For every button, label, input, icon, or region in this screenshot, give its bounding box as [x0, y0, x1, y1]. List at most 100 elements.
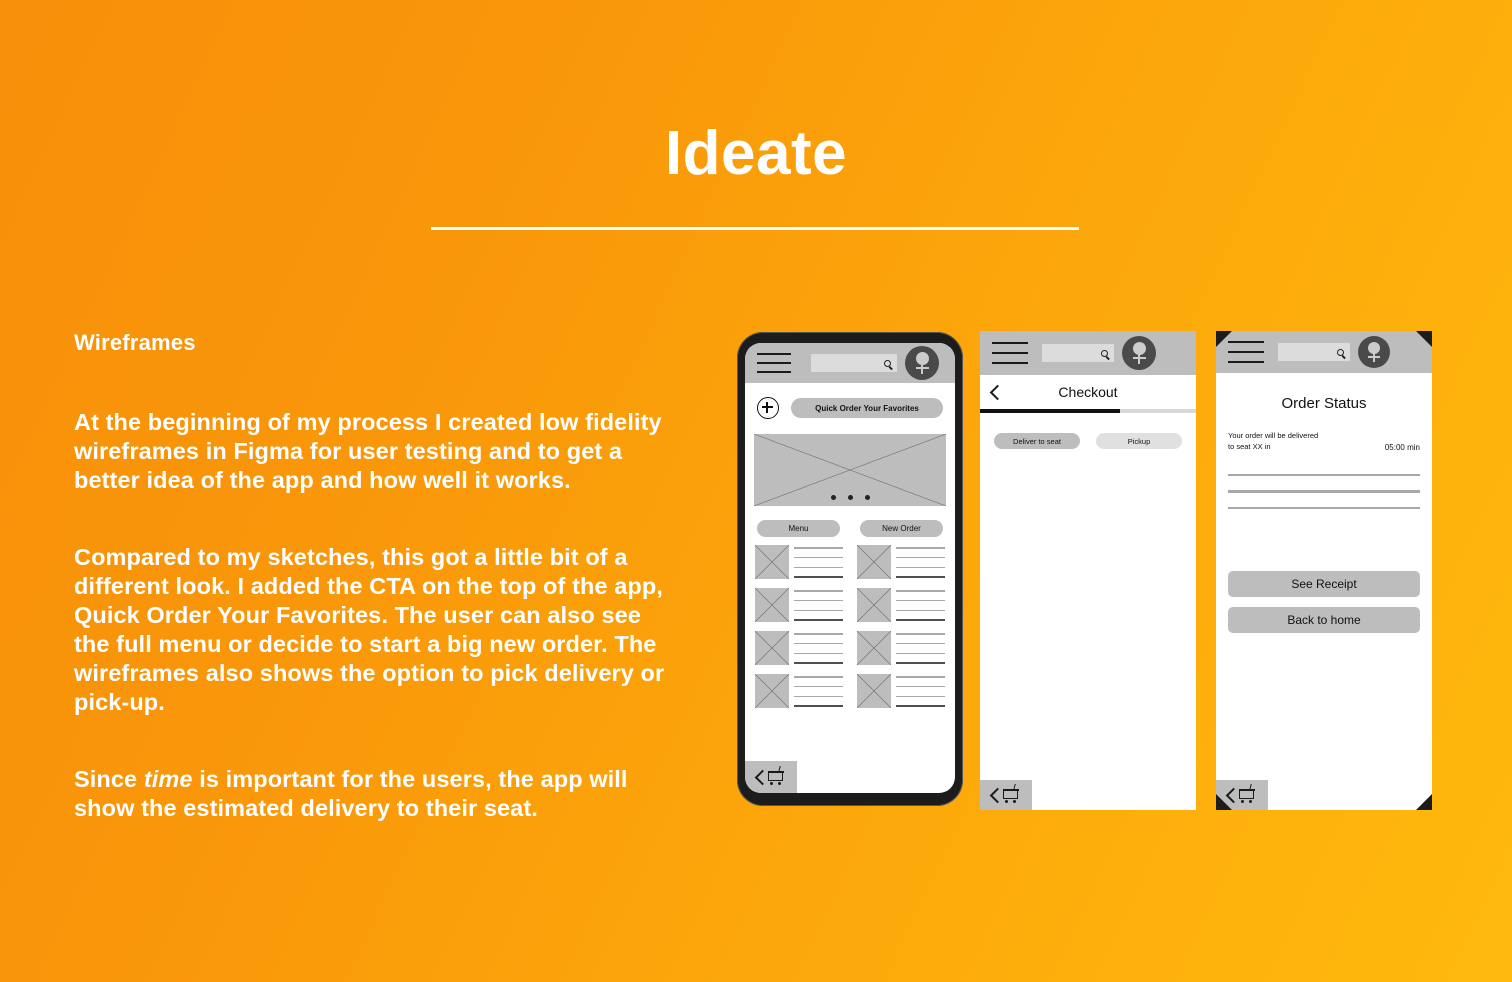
progress-fill [980, 409, 1121, 413]
text-line [896, 609, 945, 612]
paragraph-3: Since time is important for the users, t… [74, 765, 674, 823]
text-line [794, 590, 843, 592]
list-item[interactable] [755, 545, 843, 579]
list-item[interactable] [857, 545, 945, 579]
text-line [794, 695, 843, 698]
user-avatar-icon[interactable] [905, 346, 939, 380]
quick-order-row: Quick Order Your Favorites [745, 383, 955, 419]
hero-carousel[interactable] [754, 434, 946, 506]
text-line [896, 662, 945, 664]
order-status-title: Order Status [1281, 395, 1367, 412]
image-placeholder-icon [755, 631, 789, 665]
tab-menu[interactable]: Menu [757, 520, 840, 537]
home-screen: Quick Order Your Favorites Menu New Orde… [745, 343, 955, 793]
text-line [794, 556, 843, 559]
list-item[interactable] [857, 588, 945, 622]
image-placeholder-icon [857, 631, 891, 665]
image-placeholder-icon [857, 588, 891, 622]
text-line [896, 652, 945, 655]
home-tabs: Menu New Order [745, 506, 955, 537]
text-line [794, 652, 843, 655]
image-placeholder-icon [755, 545, 789, 579]
option-deliver-to-seat[interactable]: Deliver to seat [994, 433, 1080, 449]
text-line [1228, 490, 1420, 493]
user-avatar-icon[interactable] [1122, 336, 1156, 370]
hamburger-icon[interactable] [757, 353, 791, 373]
list-item[interactable] [755, 588, 843, 622]
chevron-left-icon[interactable] [992, 790, 1002, 800]
checkout-progress-bar [980, 409, 1196, 413]
text-line [794, 599, 843, 602]
hamburger-icon[interactable] [992, 342, 1028, 364]
title-divider [431, 227, 1079, 230]
text-line [896, 676, 945, 678]
plus-circle-icon[interactable] [757, 397, 779, 419]
wireframe-phone-home: Quick Order Your Favorites Menu New Orde… [737, 332, 963, 806]
search-input[interactable] [1042, 344, 1114, 362]
chevron-left-icon[interactable] [757, 772, 767, 782]
page-title: Ideate [664, 119, 848, 188]
order-status-appbar [1216, 331, 1432, 373]
text-line [896, 695, 945, 698]
image-placeholder-icon [755, 588, 789, 622]
carousel-dots[interactable] [754, 495, 946, 500]
paragraph-2: Compared to my sketches, this got a litt… [74, 544, 665, 715]
checkout-title: Checkout [1058, 384, 1118, 400]
copy-column: Wireframes At the beginning of my proces… [74, 330, 674, 823]
carousel-dot[interactable] [830, 495, 836, 500]
text-line [794, 642, 843, 645]
text-line [794, 662, 843, 664]
eta-time: 05:00 min [1384, 443, 1420, 452]
text-line [896, 619, 945, 621]
text-line [794, 609, 843, 612]
list-item[interactable] [857, 631, 945, 665]
text-line [896, 705, 945, 707]
list-item[interactable] [755, 631, 843, 665]
image-placeholder-icon [857, 545, 891, 579]
text-line [896, 576, 945, 578]
option-pickup[interactable]: Pickup [1096, 433, 1182, 449]
text-line [794, 619, 843, 621]
hamburger-icon[interactable] [1228, 341, 1264, 363]
search-icon [1101, 349, 1110, 360]
shopping-cart-icon[interactable] [1002, 784, 1020, 804]
tab-new-order[interactable]: New Order [860, 520, 943, 537]
shopping-cart-icon[interactable] [1238, 784, 1256, 804]
fulfillment-options: Deliver to seat Pickup [980, 413, 1196, 449]
text-line [896, 590, 945, 592]
text-line [896, 685, 945, 688]
home-appbar [745, 343, 955, 383]
chevron-left-icon[interactable] [1228, 790, 1238, 800]
search-icon [884, 359, 893, 370]
wireframe-phone-order-status: Order Status Your order will be delivere… [1216, 331, 1432, 810]
text-line [896, 633, 945, 635]
item-grid [745, 537, 955, 708]
text-line [794, 705, 843, 707]
text-line [794, 547, 843, 549]
carousel-dot[interactable] [847, 495, 853, 500]
list-item[interactable] [755, 674, 843, 708]
search-icon [1337, 348, 1346, 359]
see-receipt-button[interactable]: See Receipt [1228, 571, 1420, 598]
search-input[interactable] [811, 354, 897, 372]
shopping-cart-icon[interactable] [767, 766, 785, 786]
user-avatar-icon[interactable] [1358, 336, 1390, 368]
search-input[interactable] [1278, 343, 1350, 361]
carousel-dot[interactable] [864, 495, 870, 500]
list-item[interactable] [857, 674, 945, 708]
wireframe-phone-checkout: Checkout Deliver to seat Pickup [980, 331, 1196, 810]
back-to-home-button[interactable]: Back to home [1228, 607, 1420, 634]
text-line [794, 566, 843, 569]
eta-message: Your order will be delivered to seat XX … [1228, 430, 1318, 452]
quick-order-cta-button[interactable]: Quick Order Your Favorites [791, 398, 943, 418]
section-heading: Wireframes [74, 330, 196, 355]
order-detail-lines [1216, 452, 1432, 510]
text-line [1228, 474, 1420, 477]
text-line [794, 685, 843, 688]
checkout-appbar [980, 331, 1196, 375]
paragraph-3-before: Since [74, 766, 144, 792]
checkout-bottom-bar [980, 780, 1032, 810]
paragraph-1: At the beginning of my process I created… [74, 409, 662, 493]
eta-message-line-1: Your order will be delivered [1228, 431, 1319, 440]
text-line [896, 556, 945, 559]
